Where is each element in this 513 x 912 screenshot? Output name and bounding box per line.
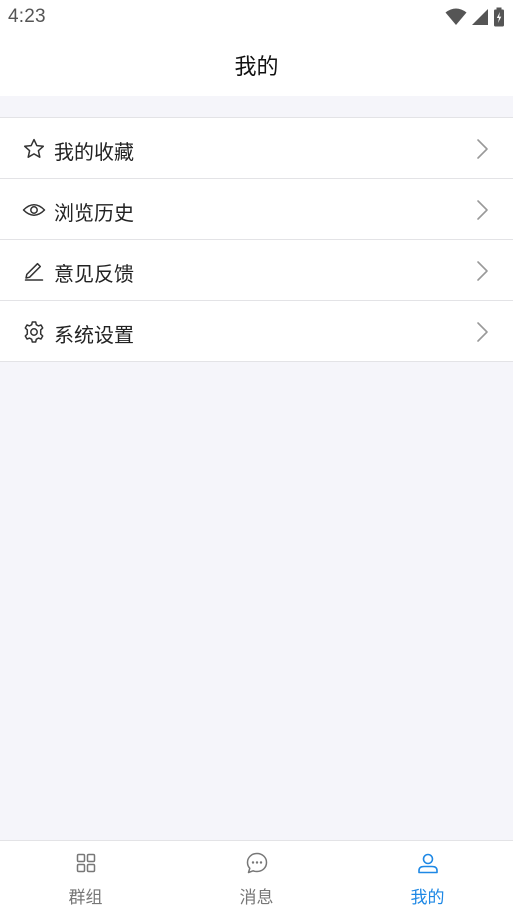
page-header: 我的	[0, 34, 513, 96]
chevron-right-icon	[477, 322, 488, 342]
chevron-right-icon	[477, 200, 488, 220]
chat-bubble-icon	[246, 852, 267, 874]
gear-icon	[24, 321, 44, 343]
menu-item-label: 系统设置	[54, 323, 134, 347]
star-icon	[23, 138, 45, 158]
wifi-icon	[445, 8, 467, 25]
menu-item-feedback[interactable]: 意见反馈	[0, 240, 513, 301]
menu-item-label: 我的收藏	[54, 140, 134, 164]
bottom-tab-bar: 群组 消息 我的	[0, 840, 513, 912]
grid-icon	[76, 853, 95, 873]
menu-list: 我的收藏 浏览历史 意见反馈 系统设置	[0, 117, 513, 362]
chevron-right-icon	[477, 139, 488, 159]
screen: 4:23 我的 我的收藏 浏览历史 意见反馈 系统设置 群组 消息 我的	[0, 0, 513, 912]
status-icons	[445, 7, 505, 27]
chevron-right-icon	[477, 261, 488, 281]
tab-label: 群组	[68, 888, 103, 908]
tab-mine[interactable]: 我的	[342, 841, 513, 912]
eye-icon	[22, 204, 46, 216]
pencil-icon	[24, 262, 44, 281]
menu-item-label: 意见反馈	[54, 262, 134, 286]
tab-label: 我的	[410, 888, 445, 908]
status-time: 4:23	[8, 6, 46, 27]
status-bar: 4:23	[0, 0, 513, 34]
tab-groups[interactable]: 群组	[0, 841, 171, 912]
menu-item-settings[interactable]: 系统设置	[0, 301, 513, 362]
tab-label: 消息	[239, 888, 274, 908]
page-title: 我的	[234, 55, 279, 80]
menu-item-history[interactable]: 浏览历史	[0, 179, 513, 240]
person-icon	[417, 853, 438, 874]
signal-icon	[472, 9, 488, 25]
tab-messages[interactable]: 消息	[171, 841, 342, 912]
menu-item-label: 浏览历史	[54, 201, 134, 225]
battery-icon	[494, 7, 504, 27]
menu-item-favorites[interactable]: 我的收藏	[0, 118, 513, 179]
